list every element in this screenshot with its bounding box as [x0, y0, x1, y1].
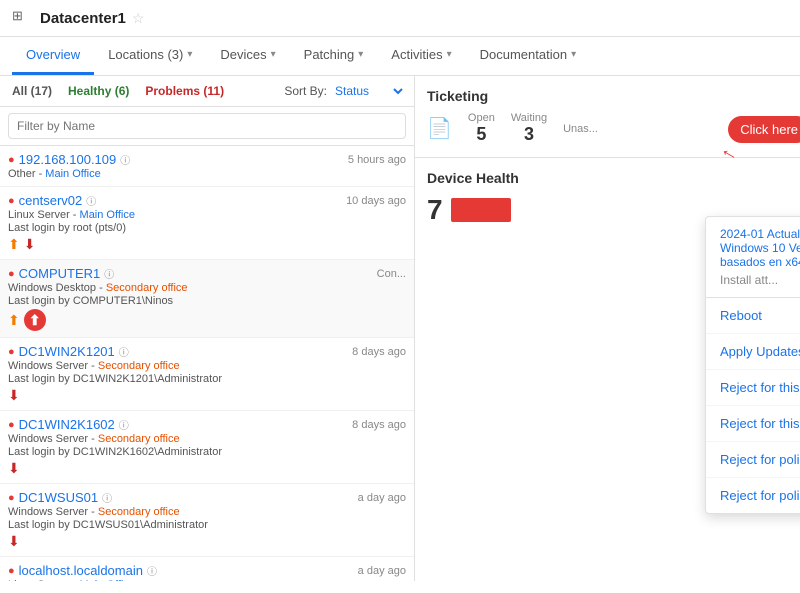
nav-locations[interactable]: Locations (3) ▾ — [94, 37, 206, 75]
device-name-text: centserv02 — [19, 193, 83, 208]
dropdown-item-reject-device-patch[interactable]: Reject for this device (by Patch ID) › — [706, 406, 800, 442]
down-arrow-icon: ⬇ — [8, 533, 20, 550]
chevron-down-icon: ▾ — [358, 49, 363, 60]
chevron-down-icon: ▾ — [447, 49, 452, 60]
status-dot: ● — [8, 268, 15, 280]
page-title: Datacenter1 — [40, 10, 126, 27]
info-icon[interactable]: ⓘ — [119, 344, 129, 359]
down-arrow-icon: ⬇ — [24, 236, 36, 253]
chevron-down-icon: ▾ — [187, 49, 192, 60]
dropdown-item-reject-device-kb[interactable]: Reject for this device (by KB) › — [706, 370, 800, 406]
up-arrow-icon: ⬆ — [8, 236, 20, 253]
device-name-text: DC1WSUS01 — [19, 490, 98, 505]
list-item[interactable]: ● 192.168.100.109 ⓘ 5 hours ago Other - … — [0, 146, 414, 187]
filter-healthy[interactable]: Healthy (6) — [64, 82, 133, 100]
device-name-text: localhost.localdomain — [19, 563, 143, 578]
dropdown-item-reject-policy-patch[interactable]: Reject for policy (by Patch ID) › — [706, 478, 800, 513]
device-name-text: COMPUTER1 — [19, 266, 101, 281]
info-icon[interactable]: ⓘ — [147, 563, 157, 578]
top-bar: ⊞ Datacenter1 ☆ — [0, 0, 800, 37]
list-item[interactable]: ● DC1WIN2K1201 ⓘ 8 days ago Windows Serv… — [0, 338, 414, 411]
chevron-down-icon: ▾ — [571, 49, 576, 60]
right-panel: Ticketing 📄 Open 5 Waiting 3 Unas... Dev… — [415, 76, 800, 581]
health-title: Device Health — [427, 170, 788, 186]
list-item[interactable]: ● DC1WIN2K1602 ⓘ 8 days ago Windows Serv… — [0, 411, 414, 484]
search-box — [0, 107, 414, 146]
update-title: 2024-01 Actualización de seguridad para … — [720, 227, 800, 269]
chevron-down-icon: ▾ — [271, 49, 276, 60]
search-input[interactable] — [8, 113, 406, 139]
update-button[interactable]: ⬆ — [24, 309, 46, 331]
device-list-panel: All (17) Healthy (6) Problems (11) Sort … — [0, 76, 415, 581]
health-value: 7 — [427, 194, 443, 226]
update-dropdown-menu: 2024-01 Actualización de seguridad para … — [705, 216, 800, 514]
nav-bar: Overview Locations (3) ▾ Devices ▾ Patch… — [0, 37, 800, 76]
device-name-text: DC1WIN2K1602 — [19, 417, 115, 432]
info-icon[interactable]: ⓘ — [120, 152, 130, 167]
list-item[interactable]: ● centserv02 ⓘ 10 days ago Linux Server … — [0, 187, 414, 260]
filter-all[interactable]: All (17) — [8, 82, 56, 100]
status-dot: ● — [8, 565, 15, 577]
ticket-icon: 📄 — [427, 116, 452, 141]
install-label: Install att... — [720, 273, 800, 287]
status-dot: ● — [8, 346, 15, 358]
nav-activities[interactable]: Activities ▾ — [377, 37, 465, 75]
sort-select[interactable]: Status Name Last Seen — [331, 83, 406, 99]
up-arrow-icon: ⬆ — [8, 312, 20, 329]
click-here-annotation: Click here — [728, 116, 800, 143]
health-bar-chart — [451, 198, 511, 222]
device-name-text: 192.168.100.109 — [19, 152, 117, 167]
ticket-unassigned: Unas... — [563, 123, 598, 135]
favorite-icon[interactable]: ☆ — [132, 10, 145, 27]
ticket-waiting: Waiting 3 — [511, 112, 547, 145]
ticketing-title: Ticketing — [427, 88, 788, 104]
nav-patching[interactable]: Patching ▾ — [290, 37, 378, 75]
info-icon[interactable]: ⓘ — [119, 417, 129, 432]
filter-tabs: All (17) Healthy (6) Problems (11) — [8, 82, 228, 100]
nav-overview[interactable]: Overview — [12, 37, 94, 75]
info-icon[interactable]: ⓘ — [104, 266, 114, 281]
status-dot: ● — [8, 195, 15, 207]
nav-devices[interactable]: Devices ▾ — [206, 37, 289, 75]
dropdown-item-apply-updates[interactable]: Apply Updates › — [706, 334, 800, 370]
filter-bar: All (17) Healthy (6) Problems (11) Sort … — [0, 76, 414, 107]
down-arrow-icon: ⬇ — [8, 460, 20, 477]
status-dot: ● — [8, 154, 15, 166]
list-item[interactable]: ● DC1WSUS01 ⓘ a day ago Windows Server -… — [0, 484, 414, 557]
device-list: ● 192.168.100.109 ⓘ 5 hours ago Other - … — [0, 146, 414, 581]
dropdown-item-reject-policy-kb[interactable]: Reject for policy (by KB) › — [706, 442, 800, 478]
info-icon[interactable]: ⓘ — [102, 490, 112, 505]
dropdown-item-reboot[interactable]: Reboot › — [706, 298, 800, 334]
ticket-open: Open 5 — [468, 112, 495, 145]
main-content: All (17) Healthy (6) Problems (11) Sort … — [0, 76, 800, 581]
datacenter-icon: ⊞ — [12, 8, 32, 28]
down-arrow-icon: ⬇ — [8, 387, 20, 404]
list-item[interactable]: ● COMPUTER1 ⓘ Con... Windows Desktop - S… — [0, 260, 414, 338]
filter-problems[interactable]: Problems (11) — [141, 82, 228, 100]
dropdown-header: 2024-01 Actualización de seguridad para … — [706, 217, 800, 298]
status-dot: ● — [8, 419, 15, 431]
list-item[interactable]: ● localhost.localdomain ⓘ a day ago Linu… — [0, 557, 414, 581]
sort-by: Sort By: Status Name Last Seen — [284, 83, 406, 99]
info-icon[interactable]: ⓘ — [86, 193, 96, 208]
nav-documentation[interactable]: Documentation ▾ — [466, 37, 590, 75]
device-name-text: DC1WIN2K1201 — [19, 344, 115, 359]
status-dot: ● — [8, 492, 15, 504]
